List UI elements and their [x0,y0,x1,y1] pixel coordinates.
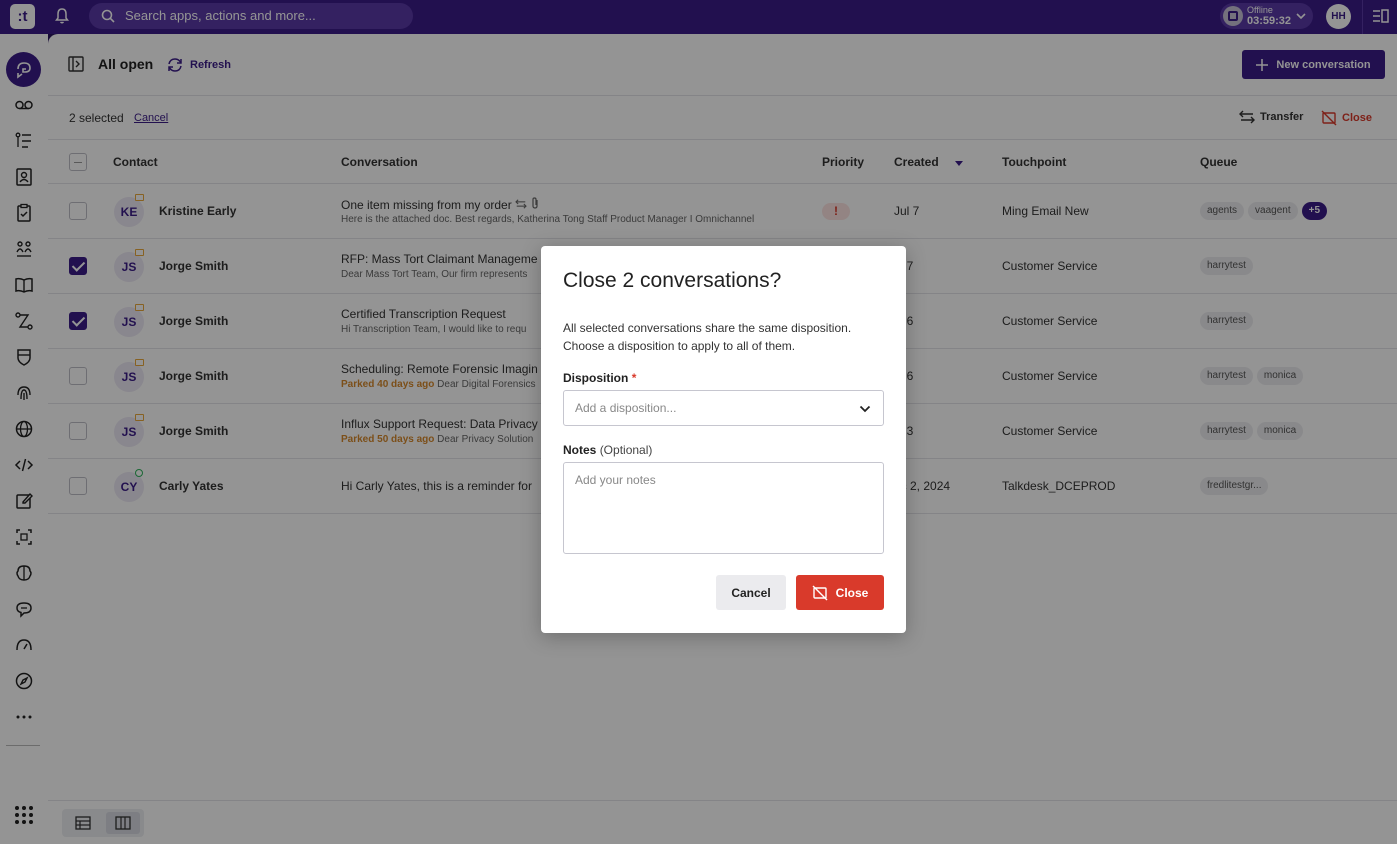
close-button-label: Close [835,585,869,600]
dialog-description: All selected conversations share the sam… [563,321,852,353]
close-button[interactable]: Close [796,575,884,610]
required-indicator: * [631,371,637,385]
chevron-down-icon [859,405,871,413]
notes-label: Notes (Optional) [563,443,653,457]
disposition-label: Disposition * [563,371,637,385]
close-conversation-icon [812,585,828,600]
disposition-select[interactable]: Add a disposition... [563,390,884,426]
notes-textarea[interactable] [563,462,884,554]
cancel-button[interactable]: Cancel [716,575,786,610]
dialog-title: Close 2 conversations? [563,269,782,292]
close-conversations-dialog: Close 2 conversations? All selected conv… [541,246,906,633]
optional-indicator: (Optional) [599,443,653,457]
disposition-placeholder: Add a disposition... [575,401,677,415]
